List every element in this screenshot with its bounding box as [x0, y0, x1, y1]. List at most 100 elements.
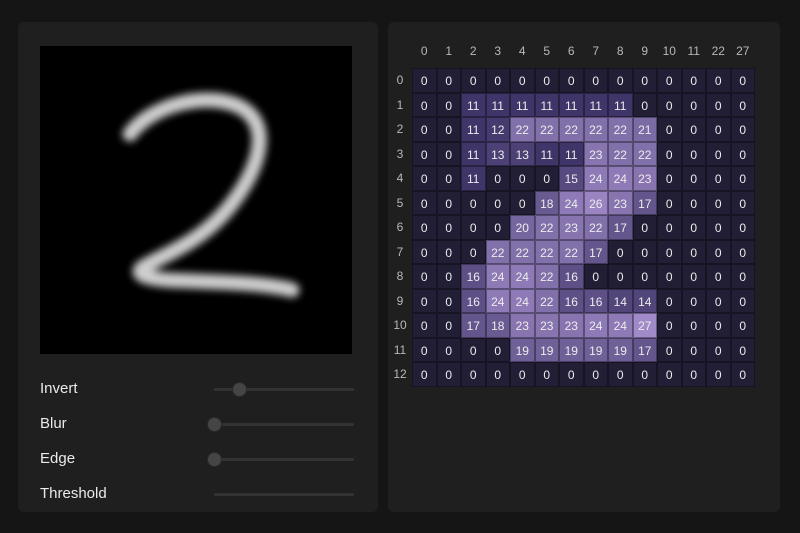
pixel-cell: 0	[461, 239, 486, 264]
pixel-cell: 16	[559, 288, 584, 313]
pixel-cell: 0	[706, 362, 731, 387]
pixel-cell: 22	[559, 117, 584, 142]
pixel-cell: 19	[510, 337, 535, 362]
pixel-cell: 0	[436, 362, 461, 387]
pixel-cell: 0	[534, 68, 559, 93]
pixel-cell: 15	[559, 166, 584, 191]
pixel-cell: 13	[510, 141, 535, 166]
column-header: 10	[662, 44, 676, 58]
pixel-cell: 0	[681, 239, 706, 264]
pixel-cell: 0	[632, 264, 657, 289]
pixel-cell: 26	[583, 190, 608, 215]
pixel-cell: 16	[583, 288, 608, 313]
pixel-cell: 0	[412, 92, 437, 117]
pixel-cell: 0	[681, 92, 706, 117]
pixel-cell: 0	[412, 264, 437, 289]
pixel-cell: 0	[657, 264, 682, 289]
pixel-cell: 0	[436, 288, 461, 313]
pixel-cell: 22	[534, 117, 559, 142]
pixel-cell: 11	[485, 92, 510, 117]
pixel-cell: 0	[412, 190, 437, 215]
invert-slider[interactable]	[214, 383, 354, 396]
pixel-cell: 0	[461, 68, 486, 93]
pixel-cell: 24	[510, 264, 535, 289]
pixel-cell: 0	[412, 313, 437, 338]
pixel-cell: 0	[657, 190, 682, 215]
column-header: 1	[445, 44, 453, 58]
pixel-cell: 0	[730, 141, 755, 166]
pixel-cell: 0	[681, 215, 706, 240]
pixel-cell: 23	[534, 313, 559, 338]
pixel-cell: 0	[510, 166, 535, 191]
pixel-cell: 16	[461, 264, 486, 289]
pixel-cell: 0	[583, 362, 608, 387]
edge-label: Edge	[40, 450, 76, 467]
pixel-cell: 22	[485, 239, 510, 264]
pixel-cell: 0	[730, 313, 755, 338]
blur-slider[interactable]	[208, 418, 354, 431]
pixel-cell: 22	[608, 117, 633, 142]
pixel-cell: 0	[534, 362, 559, 387]
pixel-cell: 16	[559, 264, 584, 289]
pixel-cell: 0	[608, 239, 633, 264]
pixel-cell: 0	[681, 166, 706, 191]
invert-slider-thumb[interactable]	[233, 383, 247, 396]
blur-slider-thumb[interactable]	[208, 418, 221, 431]
column-header: 0	[420, 44, 428, 58]
threshold-slider[interactable]	[214, 493, 354, 496]
pixel-cell: 0	[730, 68, 755, 93]
pixel-cell: 0	[461, 190, 486, 215]
column-header: 3	[494, 44, 502, 58]
pixel-cell: 0	[608, 362, 633, 387]
pixel-cell: 0	[583, 264, 608, 289]
pixel-cell: 0	[436, 313, 461, 338]
column-header: 4	[518, 44, 526, 58]
pixel-cell: 0	[657, 288, 682, 313]
pixel-cell: 0	[681, 313, 706, 338]
pixel-cell: 22	[534, 239, 559, 264]
pixel-cell: 0	[681, 117, 706, 142]
row-header: 6	[396, 220, 404, 234]
pixel-cell: 24	[608, 166, 633, 191]
pixel-cell: 0	[461, 337, 486, 362]
pixel-cell: 0	[657, 239, 682, 264]
row-header: 10	[393, 318, 407, 332]
pixel-cell: 0	[436, 92, 461, 117]
pixel-cell: 18	[534, 190, 559, 215]
pixel-cell: 17	[583, 239, 608, 264]
pixel-cell: 17	[608, 215, 633, 240]
pixel-cell: 22	[608, 141, 633, 166]
pixel-cell: 12	[485, 117, 510, 142]
pixel-cell: 14	[632, 288, 657, 313]
pixel-cell: 0	[412, 362, 437, 387]
pixel-cell: 23	[608, 190, 633, 215]
pixel-cell: 0	[657, 362, 682, 387]
pixel-cell: 0	[657, 166, 682, 191]
pixel-cell: 0	[730, 239, 755, 264]
pixel-cell: 11	[559, 92, 584, 117]
threshold-label: Threshold	[40, 485, 107, 502]
pixel-cell: 0	[706, 141, 731, 166]
pixel-cell: 11	[461, 117, 486, 142]
row-header: 1	[396, 97, 404, 112]
pixel-cell: 0	[485, 337, 510, 362]
pixel-cell: 17	[632, 190, 657, 215]
pixel-cell: 0	[412, 239, 437, 264]
column-header: 22	[711, 44, 725, 58]
pixel-cell: 18	[485, 313, 510, 338]
pixel-cell: 0	[730, 166, 755, 191]
pixel-cell: 0	[706, 288, 731, 313]
pixel-cell: 0	[436, 190, 461, 215]
column-header: 27	[736, 44, 750, 58]
pixel-cell: 22	[559, 239, 584, 264]
edge-slider-thumb[interactable]	[208, 453, 221, 466]
pixel-cell: 22	[510, 117, 535, 142]
edge-slider[interactable]	[208, 453, 354, 466]
pixel-cell: 0	[681, 288, 706, 313]
pixel-cell: 0	[657, 337, 682, 362]
pixel-cell: 0	[461, 215, 486, 240]
pixel-cell: 0	[412, 337, 437, 362]
pixel-cell: 22	[510, 239, 535, 264]
pixel-cell: 0	[657, 215, 682, 240]
column-header: 7	[592, 44, 600, 58]
